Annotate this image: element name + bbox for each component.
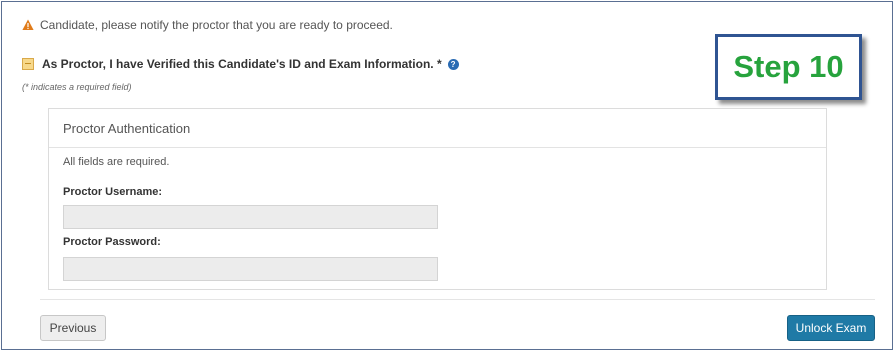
- proctor-username-input[interactable]: [63, 205, 438, 229]
- panel-title: Proctor Authentication: [49, 109, 826, 148]
- required-field-note: (* indicates a required field): [22, 82, 132, 92]
- password-label: Proctor Password:: [63, 236, 161, 248]
- verify-label: As Proctor, I have Verified this Candida…: [42, 57, 442, 71]
- step-badge: Step 10: [715, 34, 862, 100]
- proctor-notice-text: Candidate, please notify the proctor tha…: [40, 18, 393, 32]
- proctor-authentication-panel: Proctor Authentication All fields are re…: [48, 108, 827, 290]
- unlock-exam-button[interactable]: Unlock Exam: [787, 315, 875, 341]
- footer-divider: [40, 299, 875, 300]
- proctor-notice: Candidate, please notify the proctor tha…: [22, 18, 393, 32]
- all-fields-required-text: All fields are required.: [63, 156, 170, 168]
- proctor-verification-screen: Candidate, please notify the proctor tha…: [1, 1, 893, 350]
- previous-button[interactable]: Previous: [40, 315, 106, 341]
- proctor-password-input[interactable]: [63, 257, 438, 281]
- help-icon[interactable]: ?: [447, 58, 459, 70]
- username-label: Proctor Username:: [63, 186, 163, 198]
- verify-checkbox-row[interactable]: As Proctor, I have Verified this Candida…: [22, 57, 459, 71]
- verify-checkbox[interactable]: [22, 58, 34, 70]
- warning-icon: [22, 19, 34, 30]
